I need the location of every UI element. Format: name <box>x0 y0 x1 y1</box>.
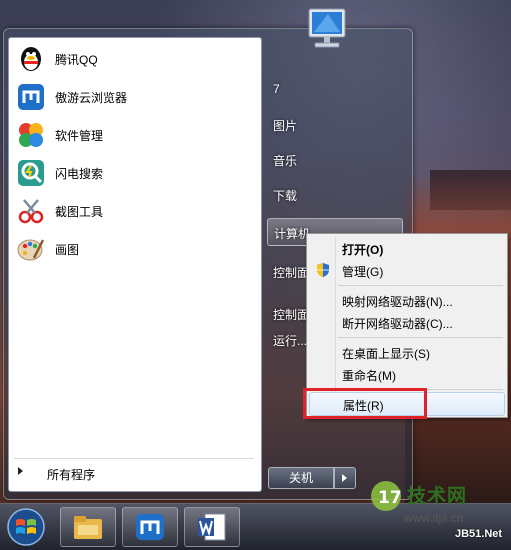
pinned-item-qq[interactable]: 腾讯QQ <box>13 42 253 76</box>
pinned-item-label: 腾讯QQ <box>55 53 98 67</box>
menu-separator <box>338 285 503 286</box>
shutdown-button[interactable]: 关机 <box>268 467 334 489</box>
shutdown-options-button[interactable] <box>334 467 356 489</box>
menu-item-disconnect-drive[interactable]: 断开网络驱动器(C)... <box>309 311 505 333</box>
right-item-music[interactable]: 音乐 <box>267 146 401 172</box>
all-programs-label: 所有程序 <box>47 468 96 482</box>
right-item-label: 计算机 <box>274 227 311 241</box>
right-item-pictures[interactable]: 图片 <box>267 111 401 137</box>
pinned-item-software-manager[interactable]: 软件管理 <box>13 118 253 152</box>
menu-item-label: 重命名(M) <box>342 369 396 383</box>
pinned-item-lightning-search[interactable]: 闪电搜索 <box>13 156 253 190</box>
qq-penguin-icon <box>21 47 41 71</box>
shutdown-group: 关机 <box>268 467 356 489</box>
snipping-tool-icon <box>18 199 44 224</box>
paint-palette-icon <box>17 239 45 261</box>
menu-item-show-on-desktop[interactable]: 在桌面上显示(S) <box>309 341 505 363</box>
menu-item-label: 管理(G) <box>342 265 384 279</box>
uac-shield-icon <box>317 263 329 277</box>
pinned-item-maxthon[interactable]: 傲游云浏览器 <box>13 80 253 114</box>
watermark-url: www.itjs.cn <box>404 511 464 525</box>
arrow-right-icon <box>18 467 23 475</box>
computer-monitor-icon <box>308 8 346 48</box>
lightning-search-icon <box>18 160 44 186</box>
pinned-item-paint[interactable]: 画图 <box>13 232 253 266</box>
right-item-label: 控制面 <box>273 308 310 322</box>
windows-explorer-icon <box>74 516 102 539</box>
menu-item-label: 在桌面上显示(S) <box>342 347 430 361</box>
menu-item-label: 映射网络驱动器(N)... <box>342 295 453 309</box>
all-programs-separator <box>14 458 254 459</box>
right-item-downloads[interactable]: 下载 <box>267 181 401 207</box>
pinned-item-label: 画图 <box>55 243 80 257</box>
menu-item-open[interactable]: 打开(O) <box>309 237 505 259</box>
right-item-label: 下载 <box>273 189 298 203</box>
word-document-icon <box>198 513 226 541</box>
right-item-label: 运行... <box>273 334 308 348</box>
windows-start-orb-icon[interactable] <box>4 507 48 547</box>
right-item-label: 图片 <box>273 119 298 133</box>
pinned-item-label: 闪电搜索 <box>55 167 104 181</box>
highlight-annotation-box <box>303 388 427 419</box>
menu-item-rename[interactable]: 重命名(M) <box>309 363 505 385</box>
right-item-label: 控制面 <box>273 266 310 280</box>
taskbar-maxthon-button[interactable] <box>122 507 178 547</box>
menu-item-map-drive[interactable]: 映射网络驱动器(N)... <box>309 289 505 311</box>
pinned-item-label: 截图工具 <box>55 205 104 219</box>
pinned-item-label: 傲游云浏览器 <box>55 91 128 105</box>
watermark-brand: 技术网 <box>407 485 468 507</box>
menu-separator <box>338 337 503 338</box>
watermark-site: JB51.Net <box>455 528 503 540</box>
pinned-programs-pane: 腾讯QQ 傲游云浏览器 软件管理 闪电搜索 截图工具 画图 <box>8 37 262 492</box>
right-item-label: 音乐 <box>273 154 298 168</box>
maxthon-browser-icon <box>18 84 44 110</box>
taskbar-explorer-button[interactable] <box>60 507 116 547</box>
menu-item-manage[interactable]: 管理(G) <box>309 259 505 281</box>
right-item-user-folder[interactable]: 7 <box>267 76 401 102</box>
taskbar-word-button[interactable] <box>184 507 240 547</box>
right-item-label: 7 <box>273 82 280 96</box>
menu-item-label: 打开(O) <box>342 243 384 257</box>
maxthon-browser-icon <box>136 514 164 540</box>
pinned-item-label: 软件管理 <box>55 129 104 143</box>
pinned-item-snipping-tool[interactable]: 截图工具 <box>13 194 253 228</box>
all-programs-button[interactable]: 所有程序 <box>14 462 250 484</box>
software-manager-icon <box>19 123 43 147</box>
menu-item-label: 断开网络驱动器(C)... <box>342 317 453 331</box>
svg-text:17: 17 <box>378 488 402 508</box>
